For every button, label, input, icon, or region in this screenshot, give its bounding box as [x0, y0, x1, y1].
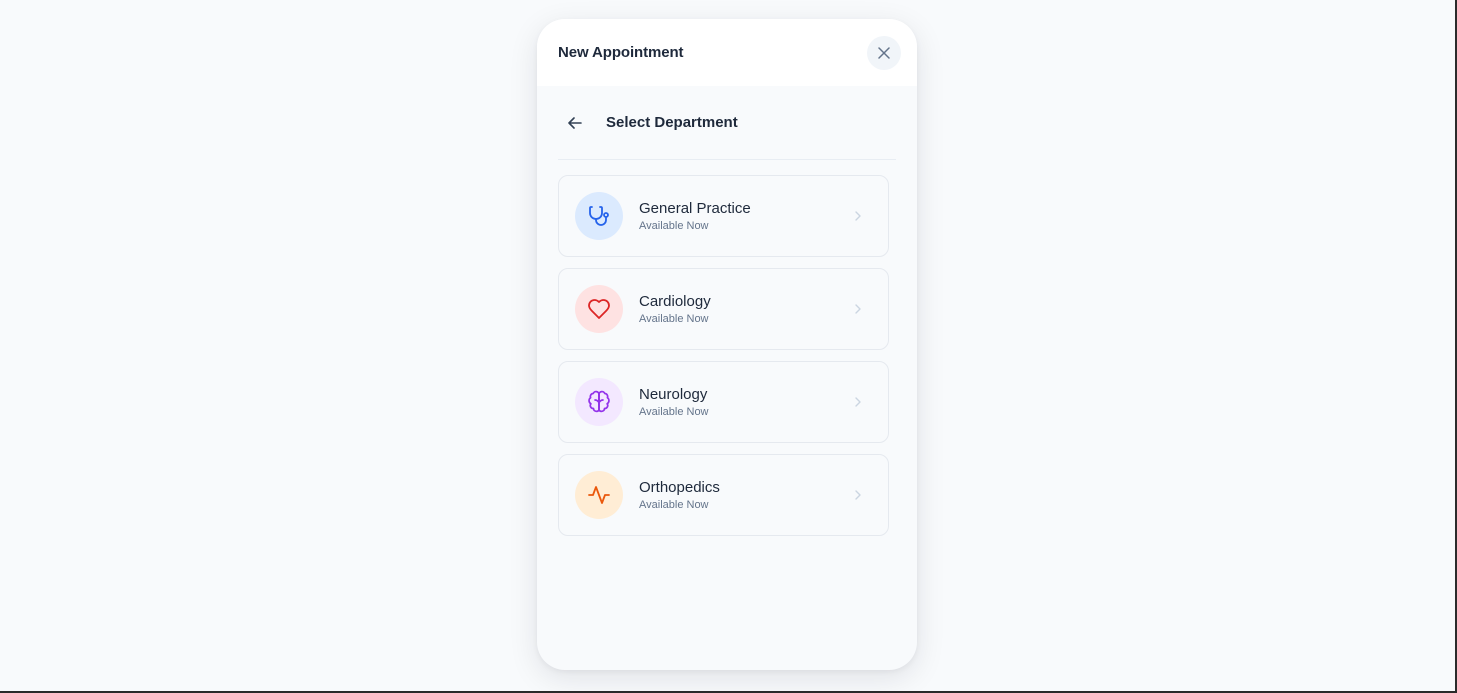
department-text: Cardiology Available Now [639, 292, 848, 327]
close-button[interactable] [867, 35, 901, 70]
department-name: Cardiology [639, 292, 711, 310]
modal-header: New Appointment [537, 19, 917, 86]
close-icon [878, 46, 890, 59]
section-header: Select Department [558, 86, 896, 160]
heart-icon [588, 299, 610, 319]
department-list: General Practice Available Now Cardiolog… [537, 160, 917, 536]
new-appointment-modal: New Appointment Select Department Genera… [537, 19, 917, 670]
department-name: General Practice [639, 199, 751, 217]
stethoscope-icon [589, 206, 609, 226]
department-name: Orthopedics [639, 478, 720, 496]
chevron-right-icon [848, 210, 868, 222]
department-card-cardiology[interactable]: Cardiology Available Now [558, 268, 889, 350]
department-icon-container [575, 192, 623, 240]
department-text: Neurology Available Now [639, 385, 848, 420]
department-icon-container [575, 471, 623, 519]
department-status: Available Now [639, 498, 709, 511]
arrow-left-icon [568, 116, 582, 129]
department-icon-container [575, 378, 623, 426]
department-card-neurology[interactable]: Neurology Available Now [558, 361, 889, 443]
page-background: New Appointment Select Department Genera… [0, 0, 1457, 693]
chevron-right-icon [848, 396, 868, 408]
chevron-right-icon [848, 489, 868, 501]
section-title: Select Department [606, 114, 738, 131]
department-text: Orthopedics Available Now [639, 478, 848, 513]
department-card-orthopedics[interactable]: Orthopedics Available Now [558, 454, 889, 536]
department-status: Available Now [639, 312, 709, 325]
back-button[interactable] [558, 106, 592, 140]
activity-icon [588, 486, 610, 504]
department-status: Available Now [639, 219, 709, 232]
department-text: General Practice Available Now [639, 199, 848, 234]
department-icon-container [575, 285, 623, 333]
department-name: Neurology [639, 385, 708, 403]
modal-title: New Appointment [558, 44, 684, 61]
department-card-general-practice[interactable]: General Practice Available Now [558, 175, 889, 257]
chevron-right-icon [848, 303, 868, 315]
department-status: Available Now [639, 405, 709, 418]
brain-icon [588, 390, 610, 413]
